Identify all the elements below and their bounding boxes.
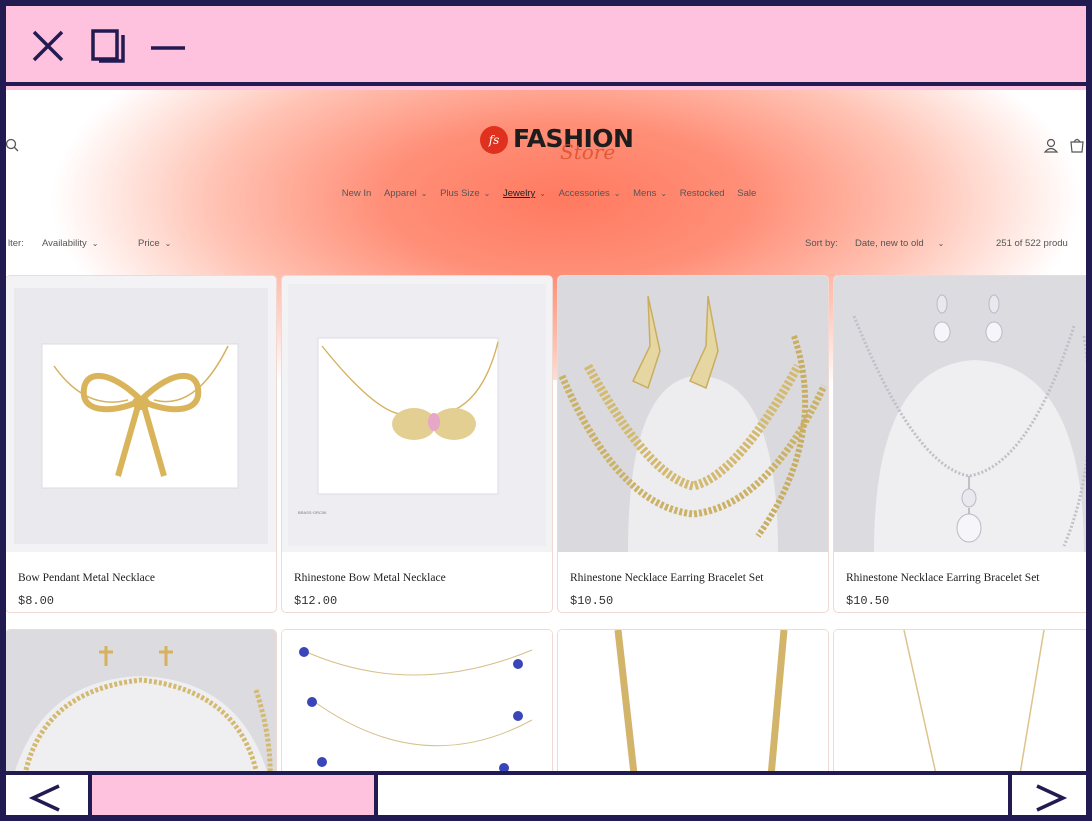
nav-item-apparel[interactable]: Apparel ⌄ <box>384 188 427 199</box>
chevron-down-icon: ⌄ <box>483 189 491 198</box>
cart-icon[interactable] <box>1068 136 1086 156</box>
product-card[interactable] <box>834 630 1086 771</box>
product-image[interactable] <box>834 276 1086 552</box>
product-image[interactable] <box>834 630 1086 771</box>
availability-filter[interactable]: Availability ⌄ <box>42 238 98 249</box>
product-image[interactable] <box>6 630 276 771</box>
product-card[interactable] <box>558 630 828 771</box>
chevron-down-icon: ⌄ <box>91 239 99 248</box>
nav-item-mens[interactable]: Mens ⌄ <box>633 188 667 199</box>
product-title[interactable]: Bow Pendant Metal Necklace <box>18 572 155 584</box>
filter-label: lter: <box>8 238 24 249</box>
site-logo[interactable]: fs FASHION Store <box>480 122 680 164</box>
chevron-down-icon: ⌄ <box>164 239 172 248</box>
product-title[interactable]: Rhinestone Necklace Earring Bracelet Set <box>846 572 1040 584</box>
sort-select[interactable]: Date, new to old ⌄ <box>855 238 944 249</box>
window-titlebar <box>6 6 1086 86</box>
chevron-down-icon: ⌄ <box>660 189 668 198</box>
logo-badge: fs <box>480 126 508 154</box>
nav-item-restocked[interactable]: Restocked <box>680 188 725 199</box>
product-card[interactable]: Rhinestone Necklace Earring Bracelet Set… <box>834 276 1086 612</box>
chevron-down-icon: ⌄ <box>613 189 621 198</box>
product-image[interactable] <box>558 276 828 552</box>
product-price: $10.50 <box>846 594 890 608</box>
product-price: $10.50 <box>570 594 614 608</box>
product-image[interactable] <box>558 630 828 771</box>
logo-script: Store <box>560 140 616 164</box>
account-icon[interactable] <box>1042 136 1060 156</box>
header-icons <box>1034 136 1086 156</box>
product-image[interactable] <box>6 276 276 552</box>
chevron-right-icon <box>1036 784 1068 812</box>
product-card[interactable]: Bow Pendant Metal Necklace $8.00 <box>6 276 276 612</box>
product-title[interactable]: Rhinestone Necklace Earring Bracelet Set <box>570 572 764 584</box>
chevron-down-icon: ⌄ <box>539 189 546 198</box>
price-filter[interactable]: Price ⌄ <box>138 238 171 249</box>
nav-item-jewelry[interactable]: Jewelry ⌄ <box>503 188 546 199</box>
chevron-down-icon: ⌄ <box>420 189 428 198</box>
scroll-right-button[interactable] <box>1008 775 1086 815</box>
scroll-left-button[interactable] <box>6 775 92 815</box>
product-card[interactable] <box>282 630 552 771</box>
product-title[interactable]: Rhinestone Bow Metal Necklace <box>294 572 446 584</box>
filter-bar: lter: Availability ⌄ Price ⌄ Sort by: Date… <box>6 238 1086 254</box>
svg-text:BRASS·ORC0K: BRASS·ORC0K <box>298 510 327 515</box>
search-icon[interactable] <box>6 136 24 156</box>
sort-label: Sort by: <box>805 238 838 249</box>
product-count: 251 of 522 produ <box>996 238 1068 249</box>
close-icon[interactable] <box>28 26 68 66</box>
category-nav: New In Apparel ⌄ Plus Size ⌄ Jewelry ⌄ Acce… <box>6 188 1086 199</box>
product-image[interactable] <box>282 630 552 771</box>
chevron-left-icon <box>28 784 60 812</box>
page-viewport: fs FASHION Store New In Apparel ⌄ Plus Si… <box>6 90 1086 771</box>
browser-window: fs FASHION Store New In Apparel ⌄ Plus Si… <box>0 0 1092 821</box>
scroll-thumb[interactable] <box>92 775 378 815</box>
product-card[interactable]: BRASS·ORC0K Rhinestone Bow Metal Necklac… <box>282 276 552 612</box>
product-price: $12.00 <box>294 594 338 608</box>
scroll-track[interactable] <box>92 775 1014 815</box>
nav-item-plus-size[interactable]: Plus Size ⌄ <box>440 188 490 199</box>
product-grid: Bow Pendant Metal Necklace $8.00 BRASS·O… <box>6 276 1086 771</box>
nav-item-sale[interactable]: Sale <box>737 188 756 199</box>
product-price: $8.00 <box>18 594 55 608</box>
nav-item-new-in[interactable]: New In <box>342 188 372 199</box>
bottom-scroll-bar <box>6 771 1086 815</box>
chevron-down-icon: ⌄ <box>937 239 945 248</box>
minimize-icon[interactable] <box>148 26 188 66</box>
nav-item-accessories[interactable]: Accessories ⌄ <box>559 188 621 199</box>
product-card[interactable]: Rhinestone Necklace Earring Bracelet Set… <box>558 276 828 612</box>
maximize-icon[interactable] <box>88 26 128 66</box>
product-card[interactable] <box>6 630 276 771</box>
product-image[interactable]: BRASS·ORC0K <box>282 276 552 552</box>
